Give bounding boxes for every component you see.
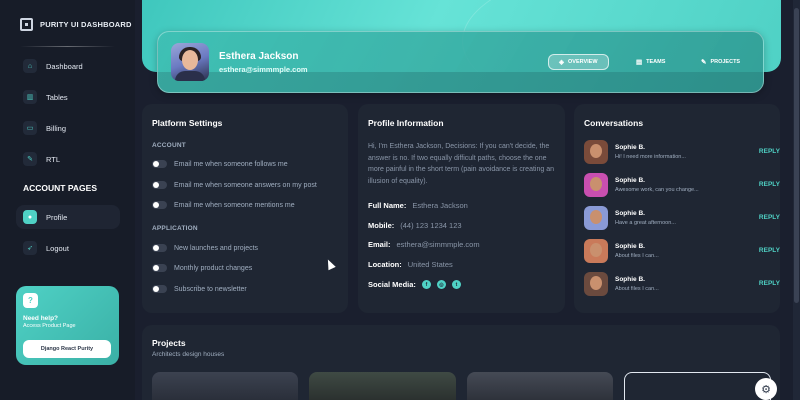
question-icon: ? <box>23 293 38 308</box>
info-mobile: Mobile: (44) 123 1234 123 <box>368 221 462 230</box>
sidebar-item-label: Logout <box>46 243 69 253</box>
sidebar-item-profile[interactable]: ● Profile <box>16 205 120 229</box>
toggle-switch[interactable] <box>152 160 167 168</box>
sidebar-item-label: Dashboard <box>46 61 83 71</box>
project-image[interactable] <box>309 372 456 400</box>
info-full-name: Full Name: Esthera Jackson <box>368 201 468 210</box>
help-card: ? Need help? Access Product Page Django … <box>16 286 119 365</box>
toggle-switch[interactable] <box>152 285 167 293</box>
toggle-switch[interactable] <box>152 201 167 209</box>
chart-icon: ▥ <box>23 90 37 104</box>
section-label: APPLICATION <box>152 225 198 232</box>
card-icon: ▭ <box>23 121 37 135</box>
rocket-icon: ➶ <box>23 241 37 255</box>
profile-header: Esthera Jackson esthera@simmmple.com ◈ O… <box>157 31 764 93</box>
panel-title: Projects <box>152 338 186 348</box>
info-location: Location: United States <box>368 260 453 269</box>
toggle-switch[interactable] <box>152 264 167 272</box>
tab-projects[interactable]: ✎ PROJECTS <box>691 54 750 70</box>
pencil-icon: ✎ <box>701 59 707 66</box>
reply-button[interactable]: REPLY <box>759 181 780 188</box>
help-button[interactable]: Django React Purity <box>23 340 111 358</box>
instagram-icon[interactable]: ◎ <box>436 280 446 289</box>
sidebar-item-logout[interactable]: ➶ Logout <box>16 236 120 260</box>
scrollbar[interactable] <box>793 0 800 400</box>
setting-newsletter: Subscribe to newsletter <box>152 285 247 293</box>
logo-icon <box>20 18 33 31</box>
avatar <box>584 206 608 230</box>
avatar <box>171 43 209 81</box>
reply-button[interactable]: REPLY <box>759 214 780 221</box>
conversation-item: Sophie B. About files I can... REPLY <box>584 272 780 298</box>
avatar <box>584 173 608 197</box>
profile-bio: Hi, I'm Esthera Jackson, Decisions: If y… <box>368 143 554 185</box>
user-icon: ● <box>23 210 37 224</box>
toggle-switch[interactable] <box>152 244 167 252</box>
sidebar-item-label: Profile <box>46 212 68 222</box>
info-social: Social Media: f ◎ t <box>368 280 461 289</box>
help-title: Need help? <box>23 315 59 322</box>
conversation-item: Sophie B. Awesome work, can you change..… <box>584 173 780 199</box>
avatar <box>584 140 608 164</box>
tab-overview[interactable]: ◈ OVERVIEW <box>548 54 609 70</box>
project-image[interactable] <box>152 372 298 400</box>
gear-icon[interactable]: ⚙ <box>755 378 777 400</box>
avatar <box>584 239 608 263</box>
divider <box>20 46 115 47</box>
tab-label: OVERVIEW <box>568 59 598 65</box>
platform-settings-panel: Platform Settings ACCOUNT Email me when … <box>142 104 348 313</box>
reply-button[interactable]: REPLY <box>759 247 780 254</box>
brand[interactable]: PURITY UI DASHBOARD <box>20 18 132 31</box>
conversation-item: Sophie B. Have a great afternoon... REPL… <box>584 206 780 232</box>
sidebar-item-dashboard[interactable]: ⌂ Dashboard <box>16 54 120 78</box>
setting-monthly: Monthly product changes <box>152 264 252 272</box>
profile-email: esthera@simmmple.com <box>219 65 308 74</box>
sidebar-item-rtl[interactable]: ✎ RTL <box>16 147 120 171</box>
sidebar-item-label: Tables <box>46 92 68 102</box>
section-label: ACCOUNT <box>152 142 186 149</box>
panel-title: Conversations <box>584 118 644 128</box>
wrench-icon: ✎ <box>23 152 37 166</box>
teams-icon: ▤ <box>636 59 643 66</box>
conversation-item: Sophie B. About files I can... REPLY <box>584 239 780 265</box>
cube-icon: ◈ <box>559 59 564 66</box>
reply-button[interactable]: REPLY <box>759 280 780 287</box>
panel-title: Profile Information <box>368 118 444 128</box>
avatar <box>584 272 608 296</box>
info-email: Email: esthera@simmmple.com <box>368 240 480 249</box>
panel-title: Platform Settings <box>152 118 223 128</box>
facebook-icon[interactable]: f <box>421 280 431 289</box>
tab-teams[interactable]: ▤ TEAMS <box>626 54 675 70</box>
sidebar-item-billing[interactable]: ▭ Billing <box>16 116 120 140</box>
profile-info-panel: Profile Information Hi, I'm Esthera Jack… <box>358 104 565 313</box>
tab-label: PROJECTS <box>710 59 741 65</box>
project-image[interactable] <box>467 372 613 400</box>
twitter-icon[interactable]: t <box>451 280 461 289</box>
help-subtitle: Access Product Page <box>23 323 76 329</box>
setting-launches: New launches and projects <box>152 244 258 252</box>
setting-mentions: Email me when someone mentions me <box>152 201 295 209</box>
sidebar-item-label: RTL <box>46 154 61 164</box>
section-title: ACCOUNT PAGES <box>23 183 97 193</box>
sidebar-item-tables[interactable]: ▥ Tables <box>16 85 120 109</box>
home-icon: ⌂ <box>23 59 37 73</box>
panel-subtitle: Architects design houses <box>152 351 225 358</box>
new-project-card[interactable] <box>624 372 771 400</box>
tab-label: TEAMS <box>646 59 666 65</box>
brand-title: PURITY UI DASHBOARD <box>40 20 132 29</box>
conversation-item: Sophie B. Hi! I need more information...… <box>584 140 780 166</box>
conversations-panel: Conversations Sophie B. Hi! I need more … <box>574 104 780 313</box>
sidebar: PURITY UI DASHBOARD ⌂ Dashboard ▥ Tables… <box>0 0 135 400</box>
sidebar-item-label: Billing <box>46 123 67 133</box>
setting-answers: Email me when someone answers on my post <box>152 181 317 189</box>
setting-follows: Email me when someone follows me <box>152 160 288 168</box>
reply-button[interactable]: REPLY <box>759 148 780 155</box>
toggle-switch[interactable] <box>152 181 167 189</box>
profile-name: Esthera Jackson <box>219 51 299 62</box>
